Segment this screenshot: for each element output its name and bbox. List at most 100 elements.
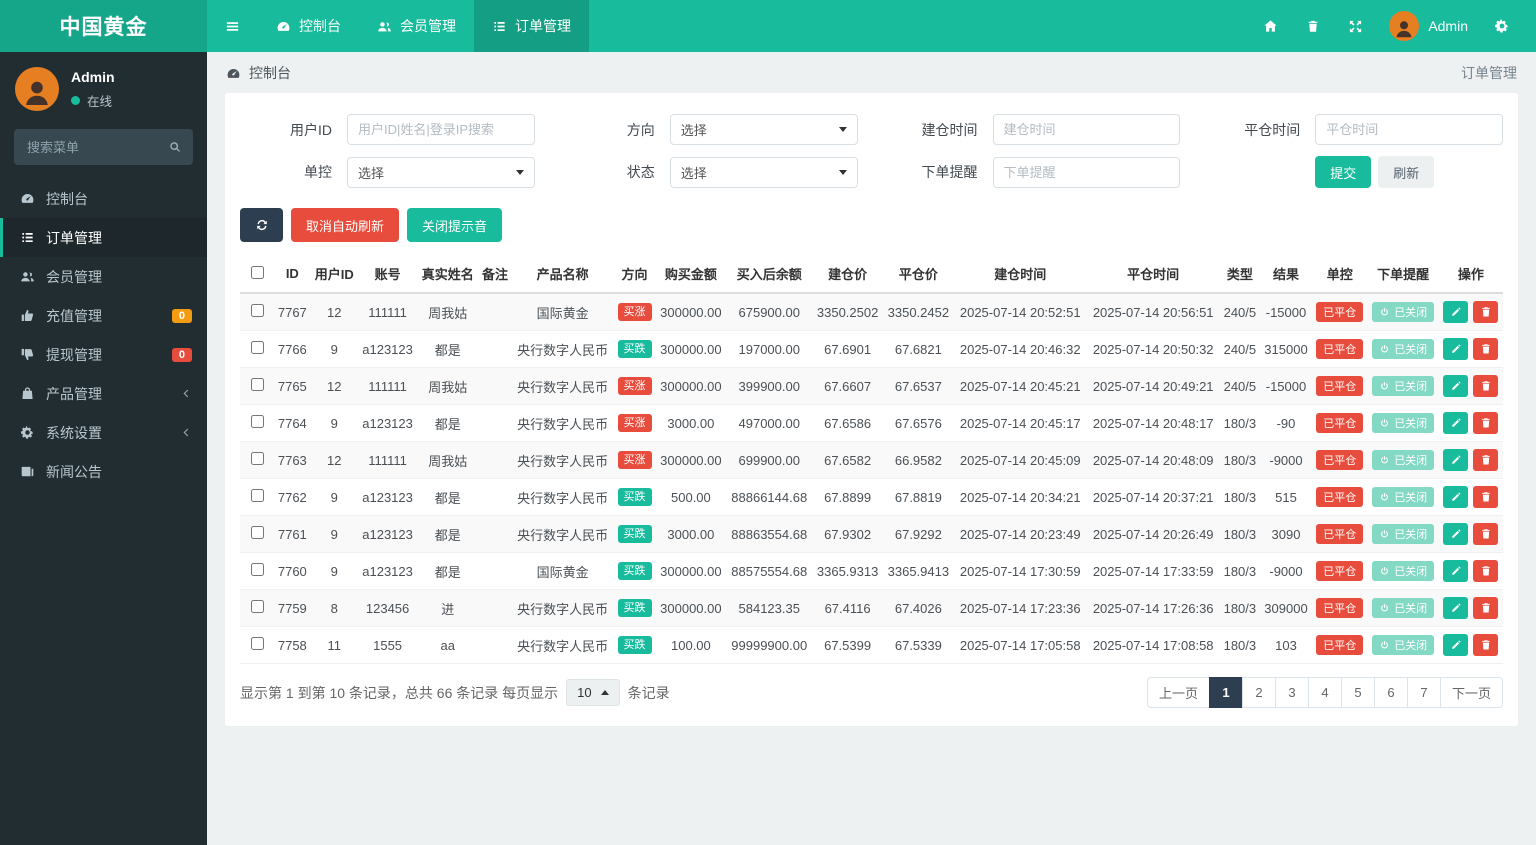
- delete-button[interactable]: [1473, 449, 1499, 471]
- edit-button[interactable]: [1443, 301, 1469, 323]
- edit-button[interactable]: [1443, 597, 1469, 619]
- settings-button[interactable]: [1480, 0, 1524, 52]
- notice-toggle-badge[interactable]: 已关闭: [1372, 635, 1435, 655]
- edit-button[interactable]: [1443, 486, 1469, 508]
- row-checkbox[interactable]: [250, 378, 264, 391]
- edit-button[interactable]: [1443, 412, 1469, 434]
- menu-toggle-button[interactable]: [207, 0, 258, 52]
- delete-button[interactable]: [1473, 634, 1499, 656]
- sidebar-item-控制台[interactable]: 控制台: [0, 179, 207, 218]
- clear-cache-button[interactable]: [1292, 0, 1334, 52]
- sidebar-item-提现管理[interactable]: 提现管理 0: [0, 335, 207, 374]
- next-page-button[interactable]: 下一页: [1439, 677, 1503, 708]
- order-notice-input[interactable]: [992, 156, 1181, 188]
- topnav: 控制台 会员管理 订单管理: [207, 0, 589, 52]
- table-header-checkbox-cell: [240, 255, 274, 294]
- page-button-4[interactable]: 4: [1307, 677, 1342, 708]
- submit-button[interactable]: 提交: [1315, 156, 1372, 188]
- page-button-5[interactable]: 5: [1340, 677, 1375, 708]
- delete-button[interactable]: [1473, 412, 1499, 434]
- sidebar-item-会员管理[interactable]: 会员管理: [0, 257, 207, 296]
- delete-button[interactable]: [1473, 486, 1499, 508]
- row-checkbox[interactable]: [250, 304, 264, 317]
- close-sound-button[interactable]: 关闭提示音: [407, 208, 503, 242]
- row-checkbox[interactable]: [250, 341, 264, 354]
- delete-button[interactable]: [1473, 375, 1499, 397]
- page-button-7[interactable]: 7: [1406, 677, 1441, 708]
- delete-button[interactable]: [1473, 560, 1499, 582]
- row-checkbox[interactable]: [250, 600, 264, 613]
- home-button[interactable]: [1249, 0, 1292, 52]
- sidebar-item-订单管理[interactable]: 订单管理: [0, 218, 207, 257]
- search-icon[interactable]: [168, 140, 182, 154]
- select-all-checkbox[interactable]: [250, 265, 264, 279]
- control-select[interactable]: 选择: [347, 156, 535, 188]
- notice-toggle-badge[interactable]: 已关闭: [1372, 524, 1435, 544]
- row-checkbox[interactable]: [250, 526, 264, 539]
- prev-page-button[interactable]: 上一页: [1146, 677, 1210, 708]
- notice-toggle-badge[interactable]: 已关闭: [1372, 376, 1435, 396]
- notice-toggle-badge[interactable]: 已关闭: [1372, 339, 1435, 359]
- topnav-item-订单管理[interactable]: 订单管理: [474, 0, 589, 52]
- topnav-item-会员管理[interactable]: 会员管理: [359, 0, 474, 52]
- notice-toggle-badge[interactable]: 已关闭: [1372, 450, 1435, 470]
- edit-button[interactable]: [1443, 634, 1469, 656]
- control-badge: 已平仓: [1316, 561, 1364, 581]
- notice-toggle-badge[interactable]: 已关闭: [1372, 561, 1435, 581]
- edit-button[interactable]: [1443, 523, 1469, 545]
- notice-toggle-badge[interactable]: 已关闭: [1372, 413, 1435, 433]
- topnav-item-控制台[interactable]: 控制台: [258, 0, 359, 52]
- sidebar-item-产品管理[interactable]: 产品管理: [0, 374, 207, 413]
- open-time-input[interactable]: [992, 114, 1181, 145]
- cell-open-time: 2025-07-14 20:46:32: [953, 330, 1087, 368]
- cancel-auto-refresh-button[interactable]: 取消自动刷新: [291, 208, 400, 242]
- column-header-下单提醒: 下单提醒: [1367, 255, 1439, 294]
- page-button-1[interactable]: 1: [1208, 677, 1243, 708]
- row-checkbox[interactable]: [250, 452, 264, 465]
- edit-button[interactable]: [1443, 449, 1469, 471]
- delete-button[interactable]: [1473, 301, 1499, 323]
- close-time-input[interactable]: [1315, 114, 1503, 145]
- sidebar-search-input[interactable]: [25, 138, 160, 156]
- row-checkbox[interactable]: [250, 563, 264, 576]
- edit-button[interactable]: [1443, 560, 1469, 582]
- fullscreen-button[interactable]: [1334, 0, 1377, 52]
- notice-toggle-badge[interactable]: 已关闭: [1372, 302, 1435, 322]
- breadcrumb-left[interactable]: 控制台: [226, 63, 291, 83]
- delete-button[interactable]: [1473, 338, 1499, 360]
- hamburger-icon: [225, 19, 240, 34]
- sidebar-item-充值管理[interactable]: 充值管理 0: [0, 296, 207, 335]
- cell-balance: 197000.00: [726, 330, 813, 368]
- notice-toggle-badge[interactable]: 已关闭: [1372, 598, 1435, 618]
- list-icon: [492, 19, 507, 34]
- delete-button[interactable]: [1473, 523, 1499, 545]
- edit-button[interactable]: [1443, 375, 1469, 397]
- refresh-button[interactable]: 刷新: [1378, 156, 1435, 188]
- page-button-2[interactable]: 2: [1241, 677, 1276, 708]
- cell-type: 180/3: [1219, 404, 1261, 442]
- control-badge: 已平仓: [1316, 635, 1364, 655]
- edit-button[interactable]: [1443, 338, 1469, 360]
- thumbs-down-icon: [20, 347, 35, 362]
- status-select[interactable]: 选择: [669, 156, 858, 188]
- cell-checkbox: [240, 441, 274, 479]
- sidebar-item-label: 提现管理: [46, 346, 102, 363]
- sidebar-item-系统设置[interactable]: 系统设置: [0, 413, 207, 452]
- row-checkbox[interactable]: [250, 489, 264, 502]
- page-button-6[interactable]: 6: [1373, 677, 1408, 708]
- expand-icon: [1348, 19, 1363, 34]
- table-refresh-button[interactable]: [240, 208, 283, 242]
- breadcrumb: 控制台 订单管理: [207, 52, 1536, 93]
- delete-button[interactable]: [1473, 597, 1499, 619]
- page-button-3[interactable]: 3: [1274, 677, 1309, 708]
- page-size-select[interactable]: 10: [566, 679, 620, 706]
- cell-amount: 300000.00: [655, 441, 727, 479]
- row-checkbox[interactable]: [250, 637, 264, 650]
- notice-toggle-badge[interactable]: 已关闭: [1372, 487, 1435, 507]
- user-id-input[interactable]: [347, 114, 535, 145]
- sidebar-item-新闻公告[interactable]: 新闻公告: [0, 452, 207, 491]
- cell-user-id: 9: [310, 404, 358, 442]
- row-checkbox[interactable]: [250, 415, 264, 428]
- user-menu[interactable]: Admin: [1377, 0, 1480, 52]
- direction-select[interactable]: 选择: [669, 114, 858, 145]
